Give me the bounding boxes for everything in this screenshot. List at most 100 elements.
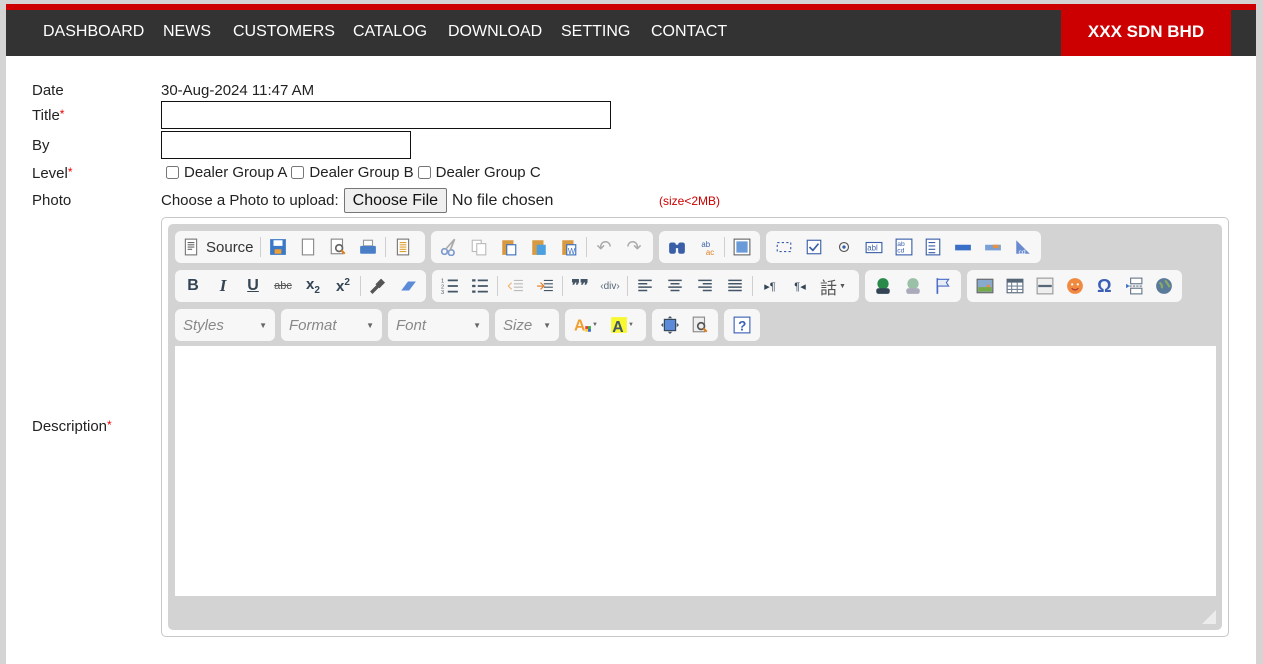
maximize-button[interactable] xyxy=(655,312,685,338)
select-field-button[interactable] xyxy=(918,234,948,260)
link-button[interactable] xyxy=(868,273,898,299)
dealer-group-b-checkbox[interactable] xyxy=(291,166,305,179)
level-option-a[interactable]: Dealer Group A xyxy=(164,164,287,181)
print-button[interactable] xyxy=(353,234,383,260)
paste-icon xyxy=(502,240,517,256)
templates-button[interactable] xyxy=(388,234,418,260)
image-button-button[interactable] xyxy=(978,234,1008,260)
chevron-down-icon: ▼ xyxy=(259,320,267,330)
underline-button[interactable]: U xyxy=(238,273,268,299)
align-right-button[interactable] xyxy=(690,273,720,299)
justify-button[interactable] xyxy=(720,273,750,299)
preview-button[interactable] xyxy=(323,234,353,260)
iframe-button[interactable] xyxy=(1149,273,1179,299)
align-center-button[interactable] xyxy=(660,273,690,299)
text-field-button[interactable]: abl xyxy=(859,234,889,260)
form-button[interactable] xyxy=(769,234,799,260)
resize-handle[interactable] xyxy=(1202,610,1216,624)
paintbrush-icon xyxy=(370,278,386,294)
superscript-button[interactable]: x2 xyxy=(328,273,358,299)
indent-button[interactable] xyxy=(530,273,560,299)
text-color-button[interactable]: A ▼ xyxy=(568,312,604,338)
unlink-button[interactable] xyxy=(898,273,928,299)
nav-catalog[interactable]: CATALOG xyxy=(353,10,427,56)
bold-button[interactable]: B xyxy=(178,273,208,299)
smiley-button[interactable] xyxy=(1060,273,1090,299)
source-button[interactable]: Source xyxy=(178,234,258,260)
anchor-flag-icon xyxy=(936,278,950,294)
format-combo[interactable]: Format ▼ xyxy=(281,309,382,341)
redo-button[interactable]: ↷ xyxy=(619,234,649,260)
rich-text-editor: Source W ↶ ↷ ab ac abl ab cd cd B I U ab… xyxy=(161,217,1229,637)
undo-button[interactable]: ↶ xyxy=(589,234,619,260)
editor-content-area[interactable] xyxy=(175,346,1216,596)
numbered-list-button[interactable]: 123 xyxy=(435,273,465,299)
background-color-button[interactable]: A ▼ xyxy=(604,312,640,338)
by-input[interactable] xyxy=(161,131,411,159)
dealer-group-a-checkbox[interactable] xyxy=(166,166,179,179)
find-button[interactable] xyxy=(662,234,692,260)
dealer-group-c-checkbox[interactable] xyxy=(417,166,431,179)
nav-download[interactable]: DOWNLOAD xyxy=(448,10,542,56)
new-page-button[interactable] xyxy=(293,234,323,260)
textarea-button[interactable]: ab cd xyxy=(889,234,919,260)
dropdown-arrow-icon: ▼ xyxy=(628,322,634,328)
bold-icon: B xyxy=(187,277,199,294)
image-button-icon xyxy=(985,244,1002,251)
cut-button[interactable] xyxy=(434,234,464,260)
table-button[interactable] xyxy=(1000,273,1030,299)
title-input[interactable] xyxy=(161,101,611,129)
special-char-button[interactable]: Ω xyxy=(1089,273,1119,299)
hidden-field-button[interactable]: cd xyxy=(1008,234,1038,260)
rtl-button[interactable]: ¶◂ xyxy=(785,273,815,299)
create-div-button[interactable]: ‹div› xyxy=(595,273,625,299)
subscript-button[interactable]: x2 xyxy=(298,273,328,299)
nav-news[interactable]: NEWS xyxy=(163,10,211,56)
separator xyxy=(360,276,361,296)
strike-button[interactable]: abc xyxy=(268,273,298,299)
bulleted-list-button[interactable] xyxy=(465,273,495,299)
copy-format-button[interactable] xyxy=(363,273,393,299)
page-break-button[interactable] xyxy=(1119,273,1149,299)
checkbox-icon xyxy=(806,239,822,255)
styles-combo[interactable]: Styles ▼ xyxy=(175,309,275,341)
select-all-button[interactable] xyxy=(727,234,757,260)
outdent-button[interactable] xyxy=(500,273,530,299)
remove-format-button[interactable] xyxy=(393,273,423,299)
omega-icon: Ω xyxy=(1097,275,1112,296)
align-left-button[interactable] xyxy=(630,273,660,299)
select-field-icon xyxy=(926,238,941,256)
image-button[interactable] xyxy=(970,273,1000,299)
dealer-group-b-label: Dealer Group B xyxy=(309,164,414,181)
replace-icon: abac xyxy=(701,240,714,256)
checkbox-button[interactable] xyxy=(799,234,829,260)
font-combo[interactable]: Font ▼ xyxy=(388,309,489,341)
copy-button[interactable] xyxy=(464,234,494,260)
ltr-button[interactable]: ▸¶ xyxy=(755,273,785,299)
nav-dashboard[interactable]: DASHBOARD xyxy=(43,10,144,56)
copy-icon xyxy=(471,239,487,256)
svg-text:abl: abl xyxy=(867,243,878,252)
show-blocks-button[interactable] xyxy=(685,312,715,338)
size-combo[interactable]: Size ▼ xyxy=(495,309,559,341)
nav-contact[interactable]: CONTACT xyxy=(651,10,727,56)
paste-button[interactable] xyxy=(494,234,524,260)
replace-button[interactable]: ab ac xyxy=(692,234,722,260)
paste-text-button[interactable] xyxy=(524,234,554,260)
save-button[interactable] xyxy=(263,234,293,260)
font-combo-label: Font xyxy=(396,316,427,334)
anchor-button[interactable] xyxy=(928,273,958,299)
level-option-b[interactable]: Dealer Group B xyxy=(289,164,414,181)
language-button[interactable]: 話 ▼ xyxy=(815,273,851,299)
blockquote-button[interactable]: ❞❞ xyxy=(565,273,595,299)
horizontal-rule-button[interactable] xyxy=(1030,273,1060,299)
radio-button[interactable] xyxy=(829,234,859,260)
nav-setting[interactable]: SETTING xyxy=(561,10,630,56)
italic-button[interactable]: I xyxy=(208,273,238,299)
level-option-c[interactable]: Dealer Group C xyxy=(416,164,541,181)
paste-word-button[interactable]: W xyxy=(554,234,584,260)
choose-file-button[interactable]: Choose File xyxy=(343,188,448,213)
about-button[interactable]: ? xyxy=(727,312,757,338)
form-button-button[interactable] xyxy=(948,234,978,260)
nav-customers[interactable]: CUSTOMERS xyxy=(233,10,335,56)
